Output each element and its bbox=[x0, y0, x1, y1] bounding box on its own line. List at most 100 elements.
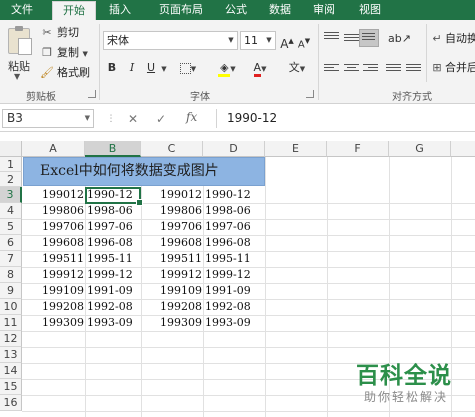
row-header-7[interactable]: 7 bbox=[0, 251, 22, 267]
cell-a8[interactable]: 199912 bbox=[22, 267, 85, 283]
column-header-partial[interactable] bbox=[451, 141, 475, 157]
tab-data[interactable]: 数据 bbox=[262, 0, 298, 20]
cell-b6[interactable]: 1996-08 bbox=[86, 235, 141, 251]
cell-c4[interactable]: 199806 bbox=[141, 203, 203, 219]
cut-button[interactable]: ✂ 剪切 bbox=[40, 25, 79, 41]
copy-button[interactable]: ❐ 复制 ▼ bbox=[40, 45, 88, 61]
decrease-indent-icon[interactable] bbox=[386, 64, 401, 76]
row-header-3[interactable]: 3 bbox=[0, 187, 22, 203]
name-box[interactable]: B3 ▼ bbox=[2, 109, 94, 128]
cell-b11[interactable]: 1993-09 bbox=[86, 315, 141, 331]
cell-b7[interactable]: 1995-11 bbox=[86, 251, 141, 267]
cell-c5[interactable]: 199706 bbox=[141, 219, 203, 235]
tab-review[interactable]: 审阅 bbox=[306, 0, 342, 20]
cell-c3[interactable]: 199012 bbox=[141, 187, 203, 203]
row-header-4[interactable]: 4 bbox=[0, 203, 22, 219]
align-right-icon[interactable] bbox=[363, 64, 378, 76]
select-all-corner[interactable] bbox=[0, 141, 22, 157]
row-header-10[interactable]: 10 bbox=[0, 299, 22, 315]
tab-insert[interactable]: 插入 bbox=[100, 0, 140, 20]
column-header-f[interactable]: F bbox=[327, 141, 389, 157]
more-options-icon[interactable]: ⋮ bbox=[102, 110, 120, 128]
cell-d5[interactable]: 1997-06 bbox=[204, 219, 265, 235]
column-header-g[interactable]: G bbox=[389, 141, 451, 157]
clipboard-dialog-launcher-icon[interactable] bbox=[88, 90, 96, 98]
cell-b4[interactable]: 1998-06 bbox=[86, 203, 141, 219]
column-header-e[interactable]: E bbox=[265, 141, 327, 157]
column-header-c[interactable]: C bbox=[141, 141, 203, 157]
wrap-text-button[interactable]: ↵ 自动换 bbox=[432, 31, 475, 47]
cell-b9[interactable]: 1991-09 bbox=[86, 283, 141, 299]
cell-c7[interactable]: 199511 bbox=[141, 251, 203, 267]
cell-a3[interactable]: 199012 bbox=[22, 187, 85, 203]
column-header-b[interactable]: B bbox=[85, 141, 141, 157]
font-dialog-launcher-icon[interactable] bbox=[306, 90, 314, 98]
italic-button[interactable]: I bbox=[124, 59, 140, 77]
column-header-a[interactable]: A bbox=[22, 141, 85, 157]
underline-button[interactable]: U bbox=[144, 59, 158, 77]
cancel-icon[interactable]: ✕ bbox=[124, 110, 142, 128]
phonetic-guide-button[interactable]: 文▼ bbox=[285, 59, 309, 77]
row-header-6[interactable]: 6 bbox=[0, 235, 22, 251]
cell-c11[interactable]: 199309 bbox=[141, 315, 203, 331]
row-header-5[interactable]: 5 bbox=[0, 219, 22, 235]
cell-b8[interactable]: 1999-12 bbox=[86, 267, 141, 283]
active-cell-selection[interactable] bbox=[85, 187, 143, 206]
cell-d6[interactable]: 1996-08 bbox=[204, 235, 265, 251]
cell-b10[interactable]: 1992-08 bbox=[86, 299, 141, 315]
fill-color-button[interactable]: ◈ ▼ bbox=[213, 59, 241, 77]
cell-a10[interactable]: 199208 bbox=[22, 299, 85, 315]
merged-title-cell[interactable]: Excel中如何将数据变成图片 bbox=[23, 157, 265, 186]
tab-home[interactable]: 开始 bbox=[52, 1, 96, 20]
cell-d3[interactable]: 1990-12 bbox=[204, 187, 265, 203]
cell-a4[interactable]: 199806 bbox=[22, 203, 85, 219]
format-painter-button[interactable]: 🖌 格式刷 bbox=[40, 65, 90, 81]
cell-a6[interactable]: 199608 bbox=[22, 235, 85, 251]
bold-button[interactable]: B bbox=[104, 59, 120, 77]
cell-c9[interactable]: 199109 bbox=[141, 283, 203, 299]
row-header-13[interactable]: 13 bbox=[0, 347, 22, 363]
row-header-16[interactable]: 16 bbox=[0, 395, 22, 411]
column-header-d[interactable]: D bbox=[203, 141, 265, 157]
row-header-12[interactable]: 12 bbox=[0, 331, 22, 347]
merge-center-button[interactable]: ⊞ 合并后 bbox=[432, 60, 475, 76]
row-header-2[interactable]: 2 bbox=[0, 172, 22, 187]
confirm-icon[interactable]: ✓ bbox=[152, 110, 170, 128]
font-size-select[interactable]: 11 ▼ bbox=[240, 31, 276, 50]
cell-a5[interactable]: 199706 bbox=[22, 219, 85, 235]
borders-button[interactable]: ▼ bbox=[176, 59, 200, 77]
formula-input[interactable]: 1990-12 bbox=[216, 109, 472, 128]
cell-a9[interactable]: 199109 bbox=[22, 283, 85, 299]
increase-indent-icon[interactable] bbox=[406, 64, 421, 76]
cell-a11[interactable]: 199309 bbox=[22, 315, 85, 331]
row-header-14[interactable]: 14 bbox=[0, 363, 22, 379]
row-header-1[interactable]: 1 bbox=[0, 157, 22, 172]
row-header-9[interactable]: 9 bbox=[0, 283, 22, 299]
tab-formulas[interactable]: 公式 bbox=[218, 0, 254, 20]
cell-d7[interactable]: 1995-11 bbox=[204, 251, 265, 267]
align-top-icon[interactable] bbox=[324, 32, 339, 44]
tab-file[interactable]: 文件 bbox=[0, 0, 44, 20]
align-center-icon[interactable] bbox=[344, 64, 359, 76]
align-bottom-button[interactable] bbox=[359, 29, 379, 47]
cell-d4[interactable]: 1998-06 bbox=[204, 203, 265, 219]
insert-function-icon[interactable]: fx bbox=[186, 110, 197, 124]
cell-d11[interactable]: 1993-09 bbox=[204, 315, 265, 331]
align-left-icon[interactable] bbox=[324, 64, 339, 76]
row-header-15[interactable]: 15 bbox=[0, 379, 22, 395]
tab-page-layout[interactable]: 页面布局 bbox=[146, 0, 216, 20]
cell-d9[interactable]: 1991-09 bbox=[204, 283, 265, 299]
tab-view[interactable]: 视图 bbox=[352, 0, 388, 20]
cell-d10[interactable]: 1992-08 bbox=[204, 299, 265, 315]
cell-c6[interactable]: 199608 bbox=[141, 235, 203, 251]
row-header-8[interactable]: 8 bbox=[0, 267, 22, 283]
cell-a7[interactable]: 199511 bbox=[22, 251, 85, 267]
grow-font-button[interactable]: A▲ bbox=[280, 32, 294, 51]
font-color-button[interactable]: A▼ bbox=[247, 59, 273, 77]
cell-b5[interactable]: 1997-06 bbox=[86, 219, 141, 235]
orientation-button[interactable]: ab↗ bbox=[388, 30, 411, 48]
font-name-select[interactable]: 宋体 ▼ bbox=[103, 31, 238, 50]
cell-d8[interactable]: 1999-12 bbox=[204, 267, 265, 283]
row-header-11[interactable]: 11 bbox=[0, 315, 22, 331]
cell-c10[interactable]: 199208 bbox=[141, 299, 203, 315]
